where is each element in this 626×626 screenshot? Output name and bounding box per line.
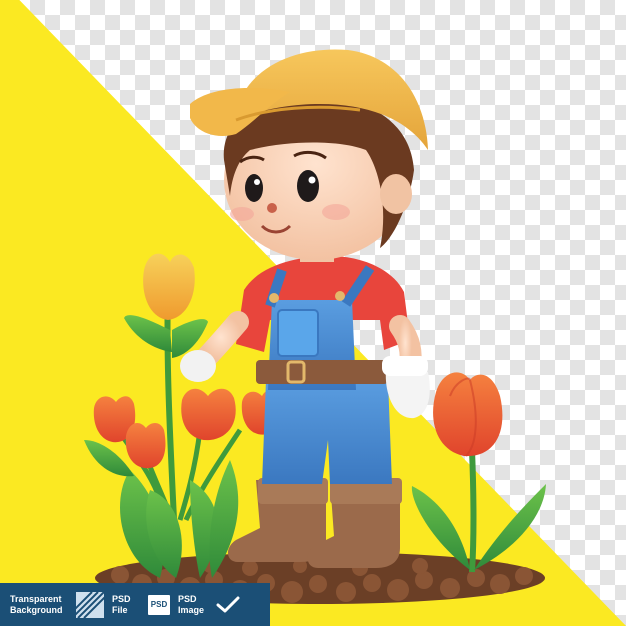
badge-item1-line2: Background	[10, 604, 63, 615]
asset-info-badge: Transparent Background PSD File PSD PSD …	[0, 583, 270, 626]
psd-file-label: PSD File	[104, 583, 140, 626]
product-preview: Transparent Background PSD File PSD PSD …	[0, 0, 626, 626]
illustration-canvas	[0, 0, 626, 626]
badge-item1-line1: Transparent	[10, 593, 62, 604]
diagonal-stripes-icon	[76, 591, 104, 618]
checkmark-icon	[216, 596, 240, 612]
badge-item3-line1: PSD	[178, 593, 197, 604]
transparent-background-label: Transparent Background	[0, 583, 72, 626]
badge-item2-line2: File	[112, 604, 128, 615]
badge-item3-line2: Image	[178, 604, 205, 615]
badge-item2-line1: PSD	[112, 593, 131, 604]
psd-image-label: PSD Image	[170, 583, 210, 626]
psd-file-icon: PSD	[148, 594, 170, 615]
